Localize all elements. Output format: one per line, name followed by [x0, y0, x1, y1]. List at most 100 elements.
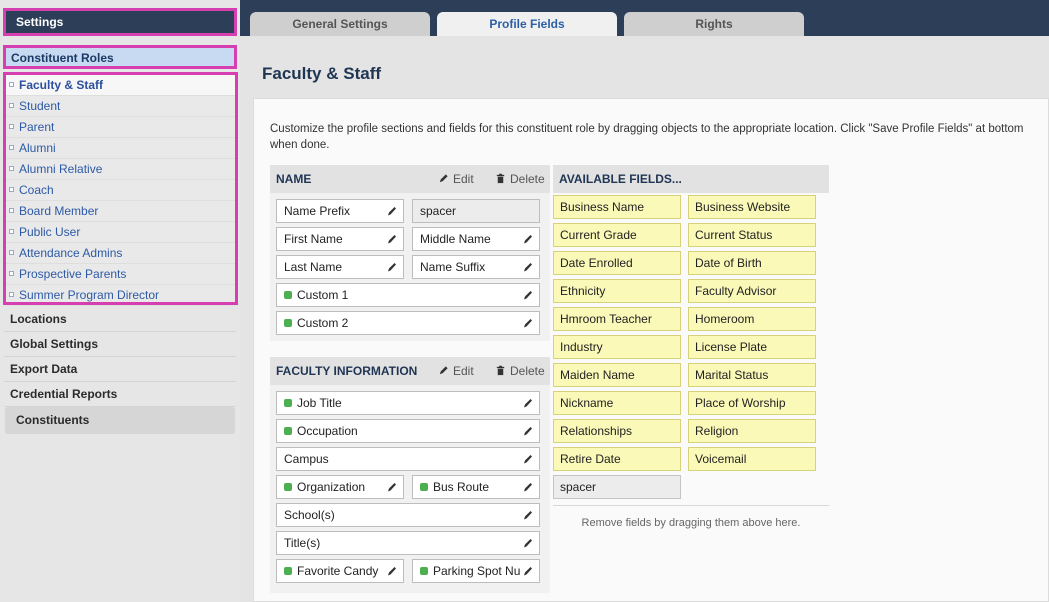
field-name-prefix[interactable]: Name Prefix: [276, 199, 404, 223]
available-field[interactable]: Current Status: [688, 223, 816, 247]
available-field[interactable]: License Plate: [688, 335, 816, 359]
field-label: Job Title: [297, 396, 342, 410]
edit-section-button[interactable]: Edit: [438, 172, 474, 186]
available-field[interactable]: Date Enrolled: [553, 251, 681, 275]
role-prospective-parents[interactable]: Prospective Parents: [6, 264, 235, 285]
pencil-icon[interactable]: [522, 509, 534, 521]
field-custom-2[interactable]: Custom 2: [276, 311, 540, 335]
role-label: Public User: [19, 225, 81, 239]
field-occupation[interactable]: Occupation: [276, 419, 540, 443]
bullet-icon: [9, 166, 14, 171]
field-last-name[interactable]: Last Name: [276, 255, 404, 279]
available-field[interactable]: Homeroom: [688, 307, 816, 331]
available-field[interactable]: Maiden Name: [553, 363, 681, 387]
field-first-name[interactable]: First Name: [276, 227, 404, 251]
pencil-icon[interactable]: [522, 261, 534, 273]
tab-general-settings[interactable]: General Settings: [250, 12, 430, 36]
available-field[interactable]: Business Website: [688, 195, 816, 219]
constituent-roles-heading[interactable]: Constituent Roles: [3, 45, 237, 69]
bullet-icon: [9, 208, 14, 213]
bullet-icon: [9, 103, 14, 108]
tab-rights[interactable]: Rights: [624, 12, 804, 36]
available-field[interactable]: Faculty Advisor: [688, 279, 816, 303]
available-field[interactable]: Retire Date: [553, 447, 681, 471]
pencil-icon[interactable]: [522, 317, 534, 329]
sidebar-link-locations[interactable]: Locations: [4, 307, 236, 332]
role-coach[interactable]: Coach: [6, 180, 235, 201]
available-field[interactable]: Voicemail: [688, 447, 816, 471]
role-summer-program-director[interactable]: Summer Program Director: [6, 285, 235, 306]
field-bus-route[interactable]: Bus Route: [412, 475, 540, 499]
available-field[interactable]: Date of Birth: [688, 251, 816, 275]
field-organization[interactable]: Organization: [276, 475, 404, 499]
available-field[interactable]: Nickname: [553, 391, 681, 415]
role-faculty-staff[interactable]: Faculty & Staff: [6, 75, 235, 96]
pencil-icon[interactable]: [522, 481, 534, 493]
pencil-icon[interactable]: [522, 425, 534, 437]
pencil-icon[interactable]: [522, 537, 534, 549]
pencil-icon[interactable]: [522, 289, 534, 301]
pencil-icon[interactable]: [386, 481, 398, 493]
section-name[interactable]: NAME Edit Delete Name Prefix spacer Firs…: [270, 165, 550, 341]
role-board-member[interactable]: Board Member: [6, 201, 235, 222]
edit-section-button[interactable]: Edit: [438, 364, 474, 378]
available-field[interactable]: Relationships: [553, 419, 681, 443]
available-field[interactable]: Marital Status: [688, 363, 816, 387]
field-middle-name[interactable]: Middle Name: [412, 227, 540, 251]
bullet-icon: [9, 229, 14, 234]
available-fields: AVAILABLE FIELDS... Business Name Busine…: [553, 165, 829, 529]
section-header: NAME Edit Delete: [270, 165, 550, 193]
role-student[interactable]: Student: [6, 96, 235, 117]
field-parking-spot[interactable]: Parking Spot Nu: [412, 559, 540, 583]
sidebar-link-export-data[interactable]: Export Data: [4, 357, 236, 382]
trash-icon: [496, 173, 505, 184]
available-field[interactable]: Hmroom Teacher: [553, 307, 681, 331]
field-label: Custom 1: [297, 288, 349, 302]
available-field[interactable]: Current Grade: [553, 223, 681, 247]
role-public-user[interactable]: Public User: [6, 222, 235, 243]
instructions-text: Customize the profile sections and field…: [270, 123, 1024, 151]
available-field[interactable]: Industry: [553, 335, 681, 359]
field-job-title[interactable]: Job Title: [276, 391, 540, 415]
field-schools[interactable]: School(s): [276, 503, 540, 527]
section-header: FACULTY INFORMATION Edit Delete: [270, 357, 550, 385]
field-campus[interactable]: Campus: [276, 447, 540, 471]
role-alumni-relative[interactable]: Alumni Relative: [6, 159, 235, 180]
field-custom-1[interactable]: Custom 1: [276, 283, 540, 307]
field-label: Name Suffix: [420, 260, 486, 274]
pencil-icon[interactable]: [386, 565, 398, 577]
pencil-icon[interactable]: [386, 261, 398, 273]
field-spacer[interactable]: spacer: [412, 199, 540, 223]
field-label: Last Name: [284, 260, 343, 274]
pencil-icon[interactable]: [386, 233, 398, 245]
pencil-icon[interactable]: [522, 397, 534, 409]
pencil-icon[interactable]: [522, 453, 534, 465]
sidebar-link-credential-reports[interactable]: Credential Reports: [4, 382, 236, 407]
section-faculty-information[interactable]: FACULTY INFORMATION Edit Delete Job Titl…: [270, 357, 550, 593]
field-titles[interactable]: Title(s): [276, 531, 540, 555]
available-field[interactable]: Religion: [688, 419, 816, 443]
delete-section-button[interactable]: Delete: [495, 172, 545, 186]
available-field[interactable]: Ethnicity: [553, 279, 681, 303]
available-field-spacer[interactable]: spacer: [553, 475, 681, 499]
field-name-suffix[interactable]: Name Suffix: [412, 255, 540, 279]
role-alumni[interactable]: Alumni: [6, 138, 235, 159]
field-label: Middle Name: [420, 232, 491, 246]
sidebar-link-global-settings[interactable]: Global Settings: [4, 332, 236, 357]
settings-header[interactable]: Settings: [3, 8, 237, 36]
bullet-icon: [9, 250, 14, 255]
pencil-icon[interactable]: [522, 565, 534, 577]
edit-label: Edit: [453, 364, 474, 378]
pencil-icon[interactable]: [386, 205, 398, 217]
available-field[interactable]: Business Name: [553, 195, 681, 219]
role-attendance-admins[interactable]: Attendance Admins: [6, 243, 235, 264]
custom-field-icon: [284, 483, 292, 491]
constituents-button[interactable]: Constituents: [5, 407, 235, 434]
available-field[interactable]: Place of Worship: [688, 391, 816, 415]
bullet-icon: [9, 82, 14, 87]
pencil-icon[interactable]: [522, 233, 534, 245]
field-favorite-candy[interactable]: Favorite Candy: [276, 559, 404, 583]
role-parent[interactable]: Parent: [6, 117, 235, 138]
tab-profile-fields[interactable]: Profile Fields: [437, 12, 617, 36]
delete-section-button[interactable]: Delete: [495, 364, 545, 378]
